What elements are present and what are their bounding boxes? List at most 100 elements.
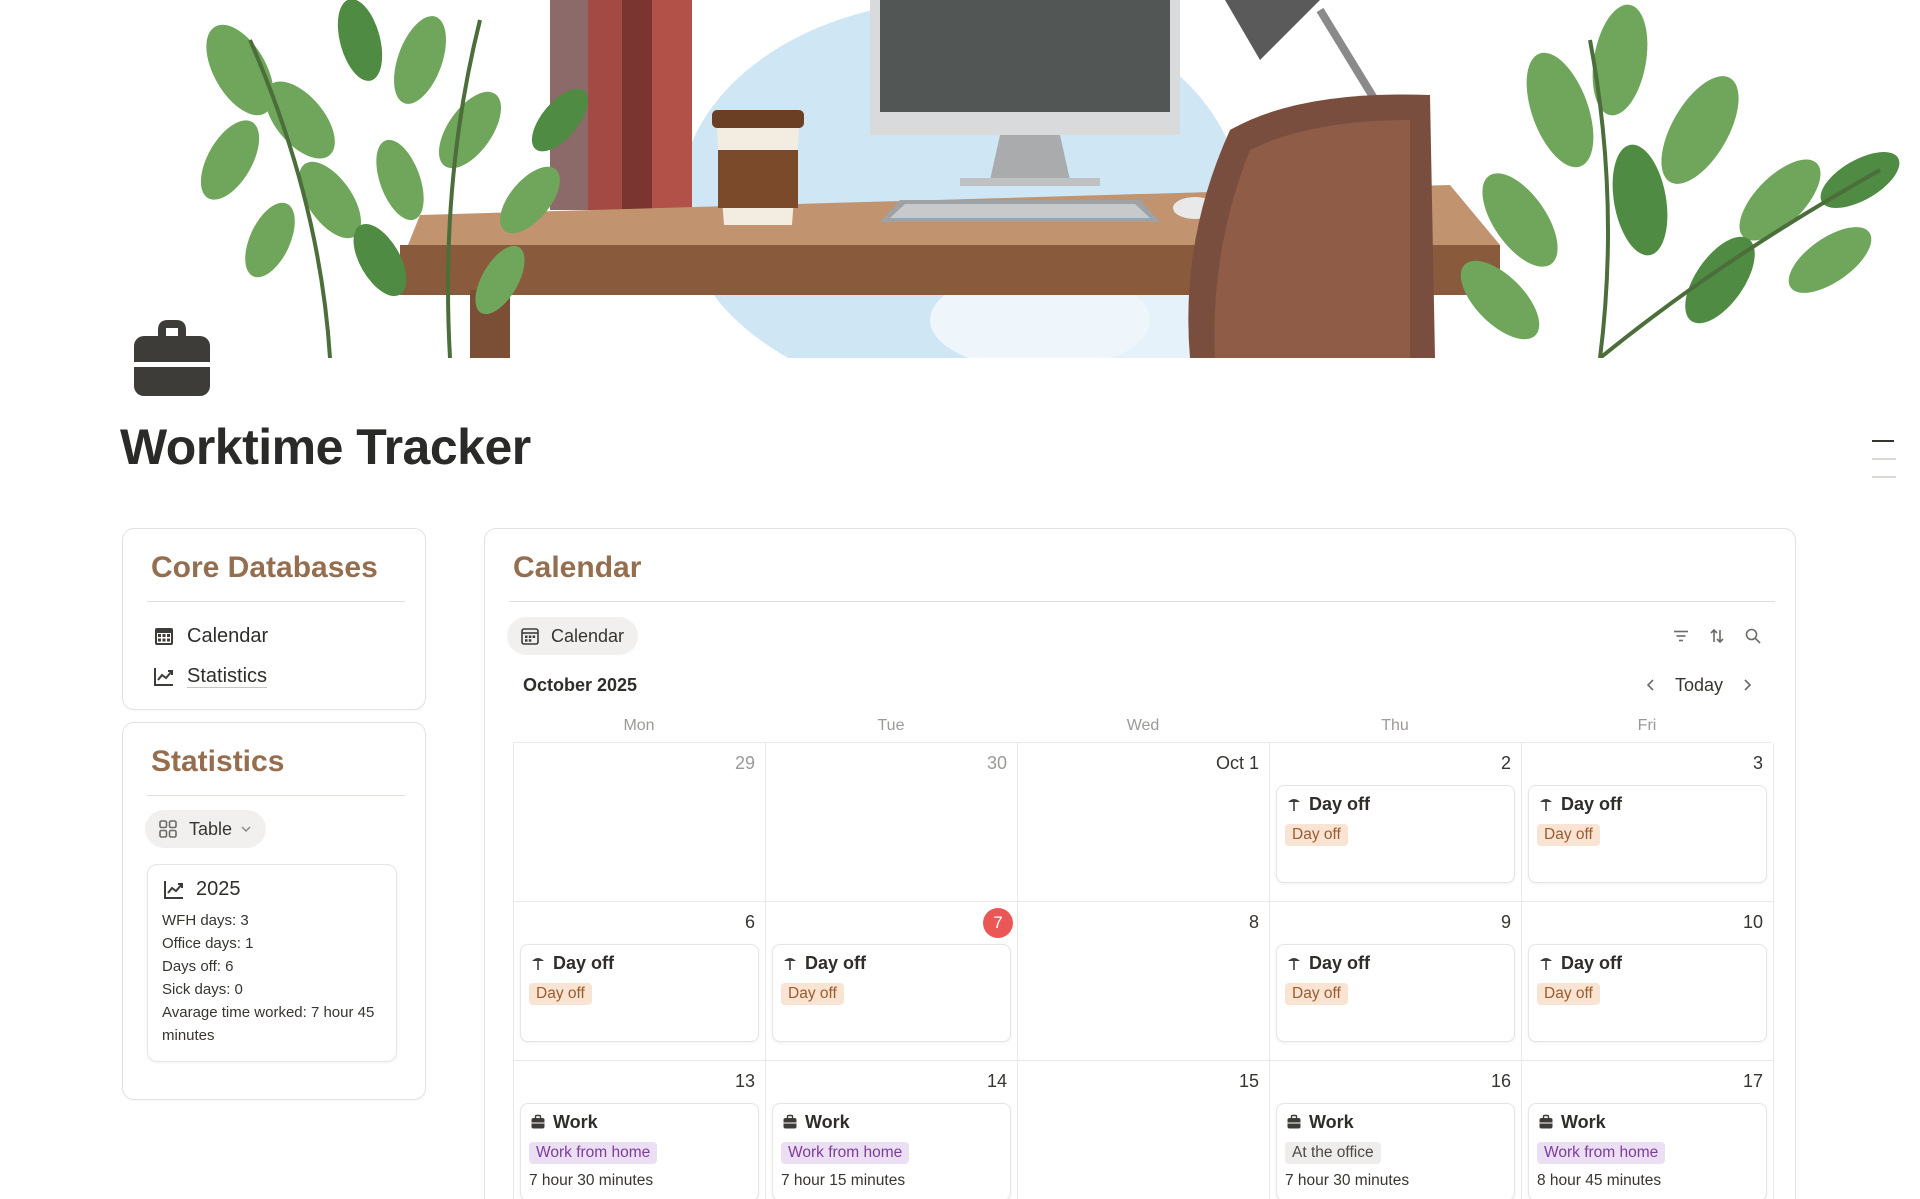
date-label: 8 <box>1024 910 1263 934</box>
event-title: Work <box>553 1111 598 1132</box>
event-card[interactable]: Day off Day off <box>1276 944 1515 1042</box>
event-card[interactable]: Day off Day off <box>1528 944 1767 1042</box>
calendar-day-cell[interactable]: 7 Day off Day off <box>766 902 1018 1061</box>
date-number: 7 <box>983 908 1013 938</box>
calendar-day-cell[interactable]: 30 <box>766 743 1018 902</box>
date-label: Oct 1 <box>1024 751 1263 775</box>
event-title: Day off <box>1309 952 1371 973</box>
event-duration: 7 hour 15 minutes <box>781 1172 906 1189</box>
event-type-tag: Work from home <box>781 1142 910 1164</box>
core-link-statistics[interactable]: Statistics <box>151 656 401 696</box>
calendar-day-cell[interactable]: 13 Work Work from home 7 hour 30 minutes <box>514 1061 766 1199</box>
calendar-grid-icon <box>151 623 177 649</box>
chevron-down-icon <box>240 823 252 835</box>
filter-icon[interactable] <box>1671 626 1691 646</box>
chevron-right-icon[interactable] <box>1737 675 1757 695</box>
calendar-day-cell[interactable]: 14 Work Work from home 7 hour 15 minutes <box>766 1061 1018 1199</box>
sort-icon[interactable] <box>1707 626 1727 646</box>
date-number: 30 <box>986 753 1007 773</box>
event-card[interactable]: Work At the office 7 hour 30 minutes <box>1276 1103 1515 1199</box>
statistics-view-label[interactable]: Table <box>189 819 232 840</box>
calendar-day-cell[interactable]: 15 <box>1018 1061 1270 1199</box>
calendar-card: Calendar Calendar October 2025 Today Mon… <box>484 528 1796 1199</box>
date-number: 16 <box>1490 1071 1511 1091</box>
event-card[interactable]: Day off Day off <box>1276 785 1515 883</box>
event-title: Work <box>1309 1111 1354 1132</box>
core-link-calendar-label[interactable]: Calendar <box>187 625 268 648</box>
date-label: 3 <box>1528 751 1767 775</box>
event-type-tag: Work from home <box>1537 1142 1666 1164</box>
event-type-tag: Work from home <box>529 1142 658 1164</box>
table-of-contents-indicator[interactable] <box>1872 440 1896 494</box>
chevron-left-icon[interactable] <box>1641 675 1661 695</box>
event-card[interactable]: Day off Day off <box>520 944 759 1042</box>
event-card[interactable]: Day off Day off <box>772 944 1011 1042</box>
calendar-day-cell[interactable]: Oct 1 <box>1018 743 1270 902</box>
event-title: Day off <box>1309 793 1371 814</box>
umbrella-icon <box>529 954 547 972</box>
search-icon[interactable] <box>1743 626 1763 646</box>
calendar-day-cell[interactable]: 6 Day off Day off <box>514 902 766 1061</box>
event-type-tag: Day off <box>1537 983 1600 1005</box>
date-label: 14 <box>772 1069 1011 1093</box>
date-number: 14 <box>986 1071 1007 1091</box>
core-link-statistics-label[interactable]: Statistics <box>187 665 268 688</box>
divider <box>509 601 1775 602</box>
today-button[interactable]: Today <box>1675 675 1723 696</box>
calendar-view-tab[interactable]: Calendar <box>507 617 639 655</box>
date-number: Oct 1 <box>1215 753 1259 773</box>
stat-average-time: Avarage time worked: 7 hour 45 minutes <box>162 1004 375 1044</box>
calendar-day-cell[interactable]: 29 <box>514 743 766 902</box>
date-number: 3 <box>1752 753 1763 773</box>
calendar-day-cell[interactable]: 3 Day off Day off <box>1522 743 1774 902</box>
core-databases-card: Core Databases Calendar Statistics <box>122 528 426 710</box>
event-type-tag: Day off <box>1537 824 1600 846</box>
weekday-label: Mon <box>623 717 655 734</box>
date-number: 13 <box>734 1071 755 1091</box>
event-type-tag: Day off <box>1285 983 1348 1005</box>
event-card[interactable]: Work Work from home 8 hour 45 minutes <box>1528 1103 1767 1199</box>
briefcase-icon <box>1285 1113 1303 1131</box>
briefcase-icon <box>1537 1113 1555 1131</box>
page-title: Worktime Tracker <box>120 419 531 475</box>
date-number: 15 <box>1238 1071 1259 1091</box>
calendar-day-cell[interactable]: 16 Work At the office 7 hour 30 minutes <box>1270 1061 1522 1199</box>
calendar-day-cell[interactable]: 8 <box>1018 902 1270 1061</box>
calendar-day-cell[interactable]: 17 Work Work from home 8 hour 45 minutes <box>1522 1061 1774 1199</box>
date-number: 9 <box>1500 912 1511 932</box>
statistics-gallery-card[interactable]: 2025 WFH days: 3 Office days: 1 Days off… <box>147 864 397 1062</box>
calendar-day-cell[interactable]: 9 Day off Day off <box>1270 902 1522 1061</box>
event-title: Day off <box>805 952 867 973</box>
core-link-calendar[interactable]: Calendar <box>151 616 401 656</box>
calendar-grid: 29 30 Oct 1 2 Day off Day off 3 Day off Day off 6… <box>513 742 1774 1199</box>
calendar-day-cell[interactable]: 10 Day off Day off <box>1522 902 1774 1061</box>
toc-line-active[interactable] <box>1872 440 1894 442</box>
event-card[interactable]: Work Work from home 7 hour 15 minutes <box>772 1103 1011 1199</box>
umbrella-icon <box>781 954 799 972</box>
event-duration: 8 hour 45 minutes <box>1537 1172 1662 1189</box>
statistics-view-selector[interactable]: Table <box>145 810 267 848</box>
umbrella-icon <box>1285 954 1303 972</box>
event-card[interactable]: Day off Day off <box>1528 785 1767 883</box>
date-number: 29 <box>734 753 755 773</box>
calendar-heading: Calendar <box>513 551 642 584</box>
calendar-icon <box>519 625 541 647</box>
toc-line[interactable] <box>1872 458 1896 460</box>
briefcase-icon[interactable] <box>128 312 216 400</box>
date-label: 17 <box>1528 1069 1767 1093</box>
date-label: 13 <box>520 1069 759 1093</box>
date-number: 10 <box>1742 912 1763 932</box>
divider <box>147 795 405 796</box>
calendar-day-cell[interactable]: 2 Day off Day off <box>1270 743 1522 902</box>
calendar-view-label[interactable]: Calendar <box>551 626 624 647</box>
stat-office-days: Office days: 1 <box>162 935 254 952</box>
statistics-heading: Statistics <box>151 745 285 778</box>
calendar-toolbar: Calendar <box>507 616 1771 656</box>
month-label: October 2025 <box>523 674 638 695</box>
toc-line[interactable] <box>1872 476 1896 478</box>
event-card[interactable]: Work Work from home 7 hour 30 minutes <box>520 1103 759 1199</box>
briefcase-icon <box>529 1113 547 1131</box>
weekday-label: Tue <box>877 717 905 734</box>
weekday-label: Wed <box>1126 717 1160 734</box>
date-number: 8 <box>1248 912 1259 932</box>
